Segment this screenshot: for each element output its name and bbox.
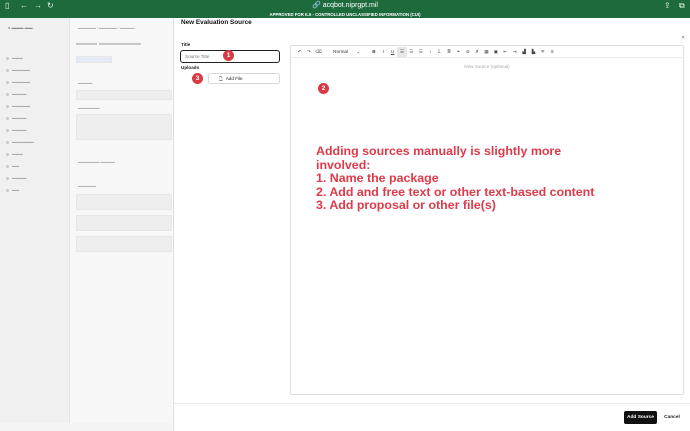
classification-banner: APPROVED FOR IL5 - CONTROLLED UNCLASSIFI… [0, 11, 690, 18]
add-file-label: Add File [225, 76, 243, 81]
background-nav-item: ▬▬▬▬ [6, 92, 26, 96]
bullet-list-icon[interactable]: ⁝ [426, 47, 435, 57]
signal-icon[interactable]: ≋ [548, 47, 557, 57]
cancel-button[interactable]: Cancel [663, 411, 681, 424]
image-icon[interactable]: ▣ [491, 47, 500, 57]
step-badge-3: 3 [192, 73, 203, 84]
background-chip [76, 56, 112, 63]
background-breadcrumb: ▬▬▬▬▬ / ▬▬▬▬▬ / ▬▬▬▬ [78, 26, 135, 30]
footer-divider [174, 403, 690, 404]
add-file-button[interactable]: 🗋 Add File [208, 73, 280, 84]
background-row [76, 215, 172, 231]
annotation-line: involved: [316, 157, 371, 172]
background-nav-item: ▬▬▬▬▬▬ [6, 140, 34, 144]
background-main: ▬▬▬▬▬ / ▬▬▬▬▬ / ▬▬▬▬ ▬▬▬ ▬▬▬▬▬▬ ▬▬▬▬ ▬▬▬… [70, 18, 172, 423]
background-label: ▬▬▬▬▬ [78, 184, 96, 188]
redo-icon[interactable]: ↷ [304, 47, 313, 57]
background-nav-item: ▬▬▬▬ [6, 176, 26, 180]
align-left-icon[interactable]: ☰ [397, 46, 407, 57]
background-field [76, 90, 172, 100]
background-app: ● ▬▬▬ ▬▬ ▬▬▬ ▬▬▬▬▬ ▬▬▬▬▬ ▬▬▬▬ ▬▬▬▬▬ ▬▬▬▬… [0, 18, 172, 431]
title-label: Title [181, 42, 191, 47]
clear-format-icon[interactable]: ⌫ [314, 47, 323, 57]
chart-icon[interactable]: ▟ [519, 47, 528, 57]
rich-text-editor: ↶ ↷ ⌫ Normal ⌄ B I U ☰ ☰ ☰ ⁝ ⒈ ≣ ⚭ ⊘ ✗ ▦ … [290, 45, 684, 395]
background-sidebar: ● ▬▬▬ ▬▬ ▬▬▬ ▬▬▬▬▬ ▬▬▬▬▬ ▬▬▬▬ ▬▬▬▬▬ ▬▬▬▬… [0, 18, 70, 423]
background-nav-item: ▬▬▬ [6, 56, 23, 60]
underline-icon[interactable]: U [388, 47, 397, 57]
background-nav-item: ▬▬▬▬▬ [6, 68, 30, 72]
add-source-button[interactable]: Add Source [624, 411, 657, 424]
editor-toolbar: ↶ ↷ ⌫ Normal ⌄ B I U ☰ ☰ ☰ ⁝ ⒈ ≣ ⚭ ⊘ ✗ ▦ … [291, 46, 683, 58]
close-icon[interactable]: ✕ [681, 35, 685, 41]
background-row [76, 194, 172, 210]
url-text: acqbot.niprgpt.mil [322, 2, 378, 9]
background-nav-item: ▬▬ [6, 164, 19, 168]
indent-icon[interactable]: ⇥ [510, 47, 519, 57]
uploads-label: Uploads [181, 65, 200, 70]
annotation-line: 1. Name the package [316, 171, 439, 185]
outdent-icon[interactable]: ⇤ [501, 47, 510, 57]
wifi-icon[interactable]: ᯤ [538, 47, 547, 57]
undo-icon[interactable]: ↶ [295, 47, 304, 57]
annotation-line: Adding sources manually is slightly more [316, 144, 562, 158]
background-nav-item: ▬▬▬▬▬ [6, 80, 30, 84]
editor-placeholder[interactable]: New Source (optional) [291, 64, 683, 69]
annotation-line: 3. Add proposal or other file(s) [316, 198, 496, 212]
align-center-icon[interactable]: ☰ [407, 47, 416, 57]
indent-list-icon[interactable]: ≣ [444, 47, 453, 57]
format-select-value: Normal [333, 48, 348, 54]
background-nav-item: ▬▬▬▬▬ [6, 104, 30, 108]
browser-toolbar: ▯ ← → ↻ 🔗 acqbot.niprgpt.mil ⇪ ⧉ [0, 0, 690, 11]
italic-icon[interactable]: I [379, 47, 388, 57]
background-row [76, 236, 172, 252]
background-nav-item: ▬▬ [6, 188, 19, 192]
background-nav-item: ▬▬▬▬ [6, 128, 26, 132]
instruction-annotation: Adding sources manually is slightly more… [316, 144, 595, 213]
clear-icon[interactable]: ✗ [472, 47, 481, 57]
background-field [76, 114, 172, 140]
tabs-icon[interactable]: ⧉ [679, 1, 685, 10]
share-icon[interactable]: ⇪ [664, 1, 671, 10]
background-nav-item: ▬▬▬ [6, 152, 23, 156]
table-icon[interactable]: ▦ [482, 47, 491, 57]
stats-icon[interactable]: ▙ [529, 47, 538, 57]
address-bar[interactable]: 🔗 acqbot.niprgpt.mil [0, 1, 690, 10]
align-right-icon[interactable]: ☰ [416, 47, 425, 57]
background-label: ▬▬▬▬▬▬ [78, 106, 100, 110]
background-nav-item: ▬▬▬▬ [6, 116, 26, 120]
format-select[interactable]: Normal ⌄ [333, 49, 363, 55]
new-evaluation-source-panel: New Evaluation Source ✕ Title Uploads 🗋 … [173, 18, 690, 431]
background-label: ▬▬▬▬▬▬ ▬▬▬▬ [78, 160, 115, 164]
background-label: ▬▬▬▬ [78, 81, 93, 85]
step-badge-2: 2 [318, 83, 329, 94]
panel-title: New Evaluation Source [181, 19, 252, 26]
background-brand: ● ▬▬▬ ▬▬ [8, 25, 33, 30]
bold-icon[interactable]: B [369, 47, 378, 57]
background-heading: ▬▬▬ ▬▬▬▬▬▬ [76, 40, 141, 47]
numbered-list-icon[interactable]: ⒈ [435, 47, 444, 57]
link-icon[interactable]: ⚭ [454, 47, 463, 57]
file-icon: 🗋 [219, 75, 223, 81]
chevron-down-icon: ⌄ [356, 48, 361, 54]
step-badge-1: 1 [223, 50, 234, 61]
unlink-icon[interactable]: ⊘ [463, 47, 472, 57]
annotation-line: 2. Add and free text or other text-based… [316, 184, 595, 199]
